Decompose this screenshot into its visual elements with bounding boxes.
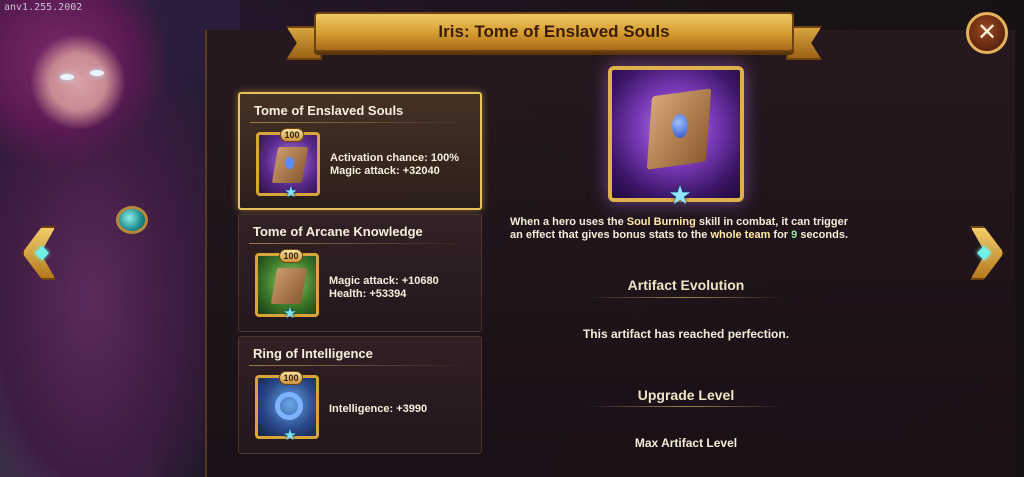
artifact-name: Ring of Intelligence: [253, 346, 373, 361]
artifact-name: Tome of Arcane Knowledge: [253, 224, 423, 239]
artifact-stats: Activation chance: 100% Magic attack: +3…: [330, 152, 459, 178]
upgrade-level-header: Upgrade Level: [637, 387, 735, 403]
evolution-header: Artifact Evolution: [627, 277, 745, 293]
description-text: for: [770, 229, 792, 241]
divider: [249, 243, 469, 244]
star-icon: ★: [668, 180, 692, 210]
next-hero-button[interactable]: [966, 222, 1008, 284]
title-plate: Iris: Tome of Enslaved Souls: [314, 12, 794, 52]
stat-line: Health: +53394: [329, 288, 407, 300]
book-gem: [285, 157, 294, 169]
level-badge: 100: [280, 128, 304, 142]
star-icon: ★: [284, 184, 298, 201]
stat-line: Intelligence: +3990: [329, 403, 428, 415]
hero-eye: [60, 74, 74, 80]
version-label: anv1.255.2002: [4, 2, 83, 13]
close-button[interactable]: ✕: [966, 12, 1008, 54]
stat-line: Magic attack: +10680: [329, 275, 439, 287]
level-badge: 100: [279, 371, 303, 385]
dialog-title: Iris: Tome of Enslaved Souls: [438, 22, 670, 41]
upgrade-level-status: Max Artifact Level: [634, 436, 738, 450]
hero-eye: [90, 70, 104, 76]
divider: [588, 406, 784, 407]
stat-line: Activation chance: 100%: [330, 152, 459, 164]
divider: [588, 297, 784, 298]
title-banner: Iris: Tome of Enslaved Souls: [286, 12, 822, 70]
artifact-stats: Magic attack: +10680 Health: +53394: [329, 275, 439, 301]
divider: [249, 365, 469, 366]
artifact-name: Tome of Enslaved Souls: [254, 103, 404, 118]
skill-name: Soul Burning: [626, 216, 696, 228]
selected-artifact-tome-icon: ★: [608, 66, 744, 208]
divider: [250, 122, 468, 123]
close-icon: ✕: [976, 19, 998, 46]
book-gem: [672, 114, 688, 138]
artifact-card-ring-of-intelligence[interactable]: Ring of Intelligence 100 ★ Intelligence:…: [238, 336, 482, 454]
hero-amulet: [116, 206, 148, 234]
tome-icon: 100 ★: [256, 128, 320, 201]
star-icon: ★: [283, 427, 297, 444]
book-shape: [270, 268, 308, 304]
arcane-tome-icon: 100 ★: [255, 249, 319, 322]
description-text: seconds.: [797, 229, 849, 241]
team-highlight: whole team: [710, 229, 771, 241]
stat-line: Magic attack: +32040: [330, 165, 440, 177]
artifact-list: Tome of Enslaved Souls 100 ★ Activation …: [238, 92, 484, 458]
artifact-card-tome-of-arcane-knowledge[interactable]: Tome of Arcane Knowledge 100 ★ Magic att…: [238, 214, 482, 332]
ring-icon: 100 ★: [255, 371, 319, 444]
description-text: When a hero uses the: [510, 216, 627, 228]
level-badge: 100: [279, 249, 303, 263]
ring-shape: [275, 392, 303, 420]
previous-hero-button[interactable]: [18, 222, 60, 284]
artifact-stats: Intelligence: +3990: [329, 403, 427, 416]
artifact-card-tome-of-enslaved-souls[interactable]: Tome of Enslaved Souls 100 ★ Activation …: [238, 92, 482, 210]
evolution-status: This artifact has reached perfection.: [582, 327, 790, 341]
star-icon: ★: [283, 305, 297, 322]
artifact-description: When a hero uses the Soul Burning skill …: [508, 216, 850, 242]
